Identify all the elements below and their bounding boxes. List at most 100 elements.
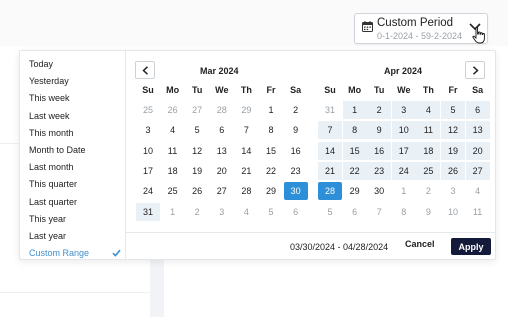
preset-item[interactable]: Today bbox=[29, 57, 121, 71]
preset-item[interactable]: Last quarter bbox=[29, 195, 121, 209]
day-cell[interactable]: 11 bbox=[161, 142, 185, 160]
day-cell[interactable]: 12 bbox=[185, 142, 209, 160]
day-cell[interactable]: 31 bbox=[136, 202, 160, 221]
day-cell[interactable]: 21 bbox=[234, 162, 258, 180]
preset-item[interactable]: This month bbox=[29, 126, 121, 140]
preset-item[interactable]: Yesterday bbox=[29, 74, 121, 88]
day-cell[interactable]: 29 bbox=[234, 101, 258, 119]
day-cell-selected[interactable]: 30 bbox=[283, 182, 308, 201]
day-cell[interactable]: 25 bbox=[161, 182, 185, 200]
day-cell[interactable]: 14 bbox=[234, 142, 258, 160]
day-cell[interactable]: 21 bbox=[318, 161, 342, 180]
day-cell[interactable]: 23 bbox=[367, 161, 392, 180]
day-cell[interactable]: 6 bbox=[343, 203, 367, 221]
day-cell[interactable]: 4 bbox=[234, 203, 258, 221]
prev-month-button[interactable] bbox=[135, 61, 155, 79]
day-cell[interactable]: 9 bbox=[416, 203, 440, 221]
day-cell[interactable]: 13 bbox=[465, 121, 490, 140]
date-range-trigger[interactable]: Custom Period 0-1-2024 - 59-2-2024 bbox=[354, 13, 488, 44]
day-cell[interactable]: 10 bbox=[391, 121, 416, 140]
cancel-button[interactable]: Cancel bbox=[405, 239, 435, 249]
preset-item[interactable]: Custom Range bbox=[29, 246, 121, 260]
day-cell[interactable]: 2 bbox=[185, 203, 209, 221]
day-cell[interactable]: 25 bbox=[136, 101, 160, 119]
preset-item[interactable]: Last month bbox=[29, 160, 121, 174]
day-cell[interactable]: 7 bbox=[318, 121, 342, 140]
day-cell[interactable]: 6 bbox=[465, 101, 490, 119]
day-cell[interactable]: 17 bbox=[391, 141, 416, 160]
day-cell[interactable]: 24 bbox=[136, 182, 160, 200]
day-cell[interactable]: 31 bbox=[318, 101, 342, 119]
day-cell[interactable]: 6 bbox=[210, 121, 234, 139]
day-cell[interactable]: 9 bbox=[367, 121, 392, 140]
preset-item[interactable]: This week bbox=[29, 91, 121, 105]
preset-item[interactable]: Last year bbox=[29, 229, 121, 243]
day-cell[interactable]: 26 bbox=[185, 182, 209, 200]
day-cell[interactable]: 30 bbox=[367, 182, 391, 200]
day-cell[interactable]: 7 bbox=[367, 203, 391, 221]
preset-item[interactable]: Month to Date bbox=[29, 143, 121, 157]
day-cell[interactable]: 15 bbox=[259, 142, 283, 160]
day-cell-selected[interactable]: 28 bbox=[318, 182, 342, 201]
day-cell[interactable]: 4 bbox=[161, 121, 185, 139]
day-cell[interactable]: 4 bbox=[416, 101, 441, 119]
day-cell[interactable]: 1 bbox=[161, 203, 185, 221]
day-cell[interactable]: 2 bbox=[416, 182, 440, 200]
day-cell[interactable]: 17 bbox=[136, 162, 160, 180]
day-cell[interactable]: 27 bbox=[210, 182, 234, 200]
day-cell[interactable]: 15 bbox=[342, 141, 367, 160]
day-cell[interactable]: 26 bbox=[441, 161, 465, 180]
day-cell[interactable]: 26 bbox=[161, 101, 185, 119]
day-cell[interactable]: 6 bbox=[284, 203, 308, 221]
day-cell[interactable]: 8 bbox=[392, 203, 416, 221]
day-cell[interactable]: 22 bbox=[342, 161, 367, 180]
day-cell[interactable]: 5 bbox=[441, 101, 465, 119]
day-cell[interactable]: 10 bbox=[441, 203, 465, 221]
day-cell[interactable]: 3 bbox=[441, 182, 465, 200]
day-cell[interactable]: 23 bbox=[284, 162, 308, 180]
day-cell[interactable]: 9 bbox=[284, 121, 308, 139]
day-cell[interactable]: 19 bbox=[441, 141, 465, 160]
day-cell[interactable]: 27 bbox=[465, 161, 490, 180]
day-cell[interactable]: 18 bbox=[161, 162, 185, 180]
day-cell[interactable]: 1 bbox=[392, 182, 416, 200]
day-cell[interactable]: 7 bbox=[234, 121, 258, 139]
day-cell[interactable]: 14 bbox=[318, 141, 342, 160]
day-cell[interactable]: 5 bbox=[318, 203, 342, 221]
day-cell[interactable]: 29 bbox=[259, 182, 283, 200]
day-cell[interactable]: 28 bbox=[210, 101, 234, 119]
apply-button[interactable]: Apply bbox=[451, 238, 491, 255]
day-cell[interactable]: 5 bbox=[259, 203, 283, 221]
day-cell[interactable]: 25 bbox=[416, 161, 441, 180]
day-cell[interactable]: 8 bbox=[342, 121, 367, 140]
day-cell[interactable]: 2 bbox=[284, 101, 308, 119]
day-cell[interactable]: 1 bbox=[342, 101, 367, 119]
day-cell[interactable]: 13 bbox=[210, 142, 234, 160]
day-cell[interactable]: 8 bbox=[259, 121, 283, 139]
day-cell[interactable]: 11 bbox=[416, 121, 441, 140]
day-cell[interactable]: 22 bbox=[259, 162, 283, 180]
day-cell[interactable]: 10 bbox=[136, 142, 160, 160]
day-cell[interactable]: 3 bbox=[136, 121, 160, 139]
day-cell[interactable]: 20 bbox=[210, 162, 234, 180]
next-month-button[interactable] bbox=[465, 61, 485, 79]
day-cell[interactable]: 19 bbox=[185, 162, 209, 180]
day-cell[interactable]: 16 bbox=[284, 142, 308, 160]
day-cell[interactable]: 20 bbox=[465, 141, 490, 160]
day-cell[interactable]: 27 bbox=[185, 101, 209, 119]
preset-item[interactable]: Last week bbox=[29, 109, 121, 123]
preset-item[interactable]: This quarter bbox=[29, 177, 121, 191]
day-cell[interactable]: 2 bbox=[367, 101, 392, 119]
day-cell[interactable]: 18 bbox=[416, 141, 441, 160]
day-cell[interactable]: 3 bbox=[391, 101, 416, 119]
day-cell[interactable]: 5 bbox=[185, 121, 209, 139]
day-cell[interactable]: 1 bbox=[259, 101, 283, 119]
day-cell[interactable]: 4 bbox=[466, 182, 490, 200]
day-cell[interactable]: 28 bbox=[234, 182, 258, 200]
day-cell[interactable]: 29 bbox=[343, 182, 367, 200]
day-cell[interactable]: 11 bbox=[466, 203, 490, 221]
day-cell[interactable]: 12 bbox=[441, 121, 465, 140]
day-cell[interactable]: 16 bbox=[367, 141, 392, 160]
preset-item[interactable]: This year bbox=[29, 212, 121, 226]
day-cell[interactable]: 3 bbox=[210, 203, 234, 221]
